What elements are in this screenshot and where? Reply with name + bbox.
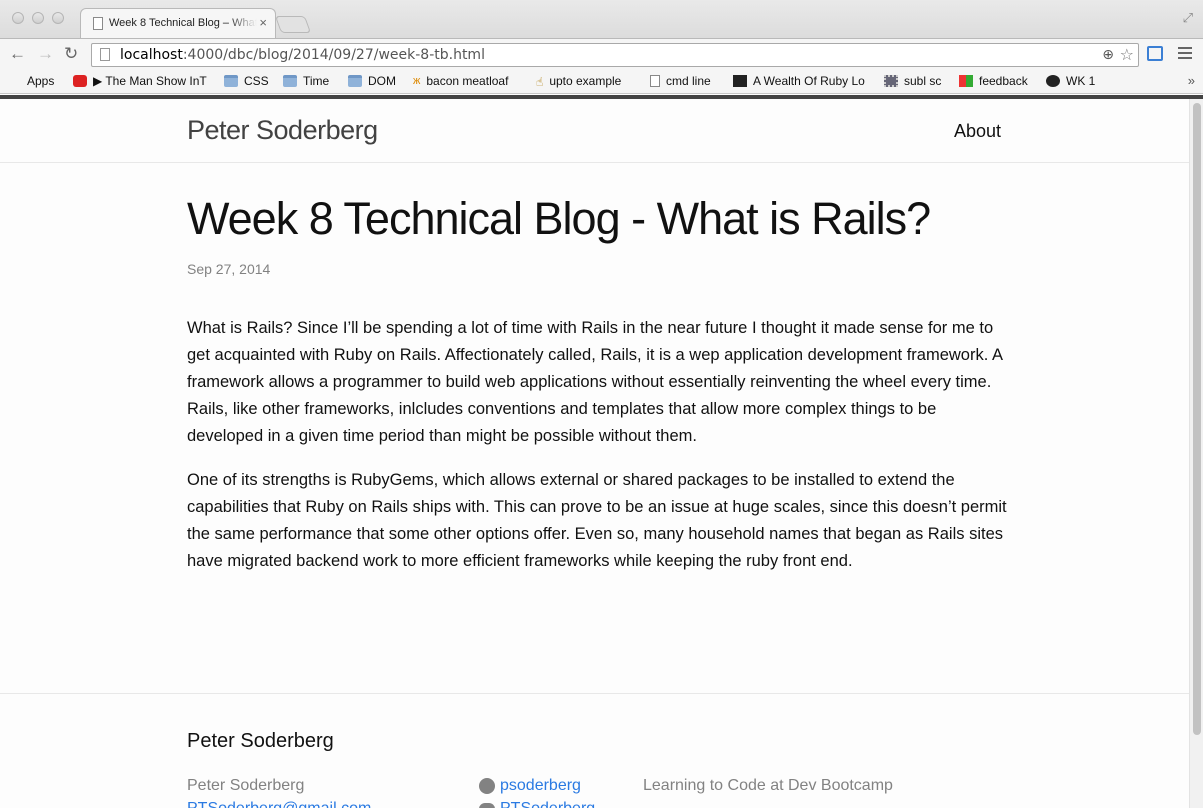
youtube-icon (73, 75, 87, 87)
footer-email-link[interactable]: PTSoderberg@gmail.com (187, 800, 371, 808)
browser-toolbar: ← → ↻ localhost:4000/dbc/blog/2014/09/27… (0, 38, 1203, 70)
tab-strip: Week 8 Technical Blog – What is Rails? ×… (0, 0, 1203, 38)
site-title-link[interactable]: Peter Soderberg (187, 115, 378, 146)
footer-heading: Peter Soderberg (187, 730, 334, 752)
address-bar[interactable]: localhost:4000/dbc/blog/2014/09/27/week-… (91, 43, 1139, 67)
bookmark-label: feedback (979, 74, 1028, 88)
bookmark-label: Apps (27, 74, 55, 88)
bookmark-feedback[interactable]: feedback (959, 74, 1028, 88)
footer-github-link[interactable]: psoderberg (479, 777, 581, 795)
back-arrow-icon[interactable]: ← (9, 44, 26, 64)
bookmark-wk1[interactable]: WK 1 (1046, 74, 1095, 88)
post-date: Sep 27, 2014 (187, 261, 271, 277)
bookmark-upto-example[interactable]: ☝ upto example (536, 74, 622, 89)
extension-icon[interactable] (1147, 46, 1163, 61)
url-text[interactable]: localhost:4000/dbc/blog/2014/09/27/week-… (120, 47, 485, 63)
hamburger-menu-icon[interactable] (1178, 45, 1192, 61)
site-footer: Peter Soderberg Peter Soderberg PTSoderb… (0, 693, 1189, 808)
bookmark-subl-sc[interactable]: subl sc (884, 74, 941, 88)
github-icon (1046, 75, 1060, 87)
butterfly-icon: ж (413, 75, 421, 87)
hand-icon: ☝ (536, 75, 544, 89)
fullscreen-icon[interactable]: ⤢ (1183, 10, 1193, 26)
tab-title: Week 8 Technical Blog – What is Rails? (109, 17, 257, 29)
bookmark-man-show[interactable]: ▶ The Man Show InT (73, 74, 207, 88)
bookmark-wealth-of-ruby[interactable]: A Wealth Of Ruby Lo (733, 74, 865, 88)
page-icon (100, 48, 110, 61)
bookmark-time[interactable]: Time (283, 74, 329, 88)
close-tab-icon[interactable]: × (259, 15, 267, 30)
bookmark-label: A Wealth Of Ruby Lo (753, 74, 865, 88)
apps-grid-icon (8, 75, 21, 87)
page-viewport: Peter Soderberg About Week 8 Technical B… (0, 99, 1189, 808)
film-icon (884, 75, 898, 87)
bookmark-cmd-line[interactable]: cmd line (650, 74, 711, 88)
bookmark-bacon-meatloaf[interactable]: ж bacon meatloaf (413, 74, 508, 88)
page-icon (93, 17, 103, 30)
bookmark-label: Time (303, 74, 330, 88)
footer-name: Peter Soderberg (187, 777, 305, 794)
c-icon (733, 75, 747, 87)
close-window-button[interactable] (12, 12, 24, 24)
page-icon (650, 75, 660, 87)
twitter-username[interactable]: PTSoderberg (500, 800, 595, 808)
vertical-scrollbar[interactable] (1189, 99, 1203, 808)
post-paragraph: What is Rails? Since I’ll be spending a … (187, 319, 1003, 445)
folder-icon (283, 75, 297, 87)
bookmark-apps[interactable]: Apps (8, 74, 54, 88)
footer-twitter-link[interactable]: PTSoderberg (479, 800, 595, 808)
post-content: What is Rails? Since I’ll be spending a … (187, 315, 1007, 592)
bookmark-label: upto example (549, 74, 622, 88)
site-header: Peter Soderberg About (0, 99, 1189, 163)
zoom-window-button[interactable] (52, 12, 64, 24)
zoom-icon[interactable]: ⊕ (1102, 46, 1114, 63)
post-paragraph: One of its strengths is RubyGems, which … (187, 471, 1007, 570)
new-tab-button[interactable] (274, 16, 312, 33)
bookmark-dom[interactable]: DOM (348, 74, 396, 88)
forward-arrow-icon[interactable]: → (37, 44, 54, 64)
minimize-window-button[interactable] (32, 12, 44, 24)
browser-tab-active[interactable]: Week 8 Technical Blog – What is Rails? × (80, 8, 276, 38)
github-icon (479, 778, 495, 794)
twitter-icon (479, 803, 495, 808)
github-username[interactable]: psoderberg (500, 777, 581, 795)
footer-description: Learning to Code at Dev Bootcamp (643, 777, 893, 794)
bookmark-label: subl sc (904, 74, 942, 88)
bookmark-star-icon[interactable]: ☆ (1120, 45, 1134, 65)
folder-icon (348, 75, 362, 87)
bookmark-label: ▶ The Man Show InT (93, 74, 207, 88)
bookmark-label: cmd line (666, 74, 711, 88)
scrollbar-thumb[interactable] (1193, 103, 1201, 735)
bookmark-css[interactable]: CSS (224, 74, 269, 88)
folder-icon (224, 75, 238, 87)
bookmark-label: CSS (244, 74, 269, 88)
bookmark-label: WK 1 (1066, 74, 1096, 88)
colorgrid-icon (959, 75, 973, 87)
reload-icon[interactable]: ↻ (64, 44, 78, 64)
bookmarks-bar: Apps ▶ The Man Show InT CSS Time DOM ж b… (0, 70, 1203, 94)
bookmark-label: bacon meatloaf (426, 74, 509, 88)
nav-about-link[interactable]: About (954, 121, 1001, 142)
bookmark-label: DOM (368, 74, 396, 88)
post-title: Week 8 Technical Blog - What is Rails? (187, 193, 931, 244)
more-bookmarks-icon[interactable]: » (1188, 73, 1195, 88)
